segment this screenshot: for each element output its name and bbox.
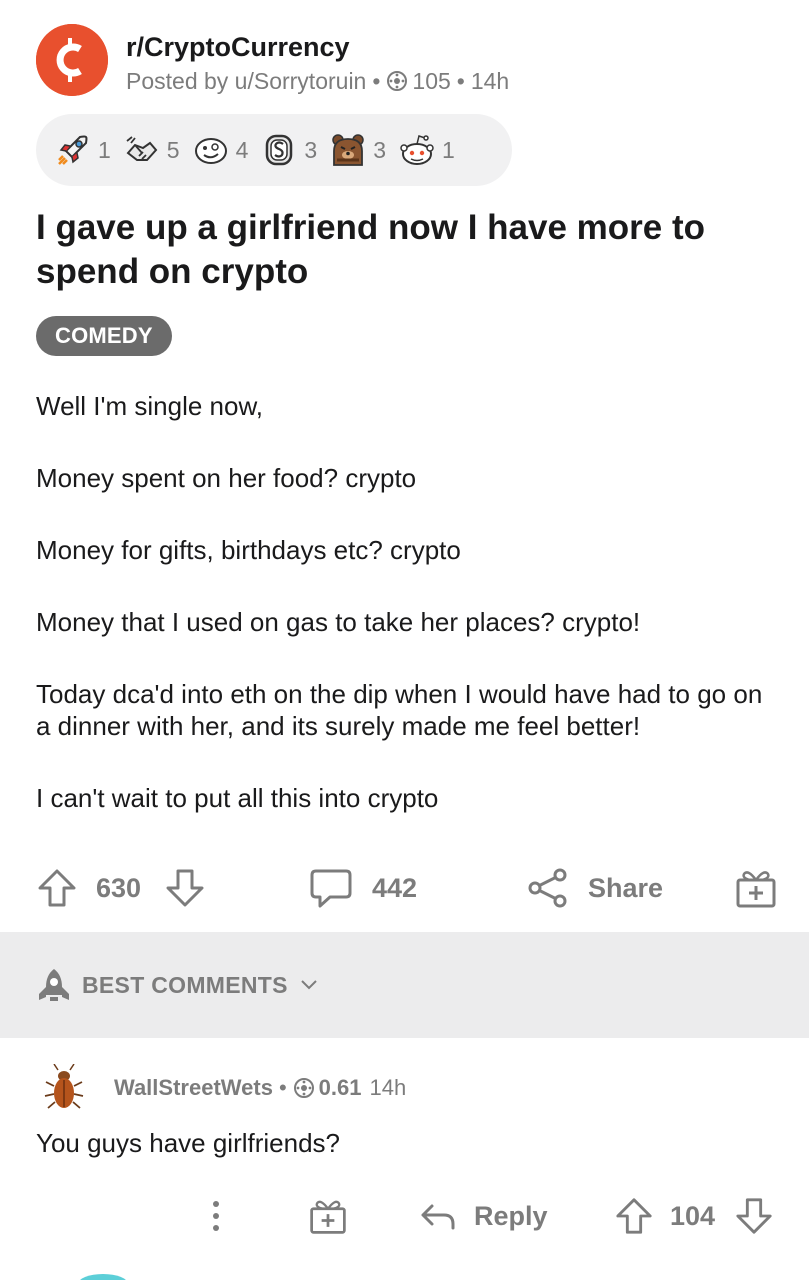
next-comment-avatar[interactable] [78, 1274, 128, 1280]
award-coin[interactable]: 3 [260, 131, 317, 169]
post-body: Well I'm single now, Money spent on her … [36, 390, 776, 854]
karma-icon [387, 71, 408, 91]
comment-downvote-button[interactable] [734, 1188, 774, 1244]
author-karma: 105 [412, 68, 451, 94]
downvote-arrow-icon [166, 869, 204, 907]
rocket-sort-icon [39, 969, 69, 1001]
comment-upvote-button[interactable] [614, 1188, 654, 1244]
separator-dot: • [372, 68, 381, 94]
more-vertical-icon [213, 1201, 219, 1231]
post-score: 630 [96, 872, 142, 903]
body-paragraph: Today dca'd into eth on the dip when I w… [36, 679, 763, 741]
snoo-award-icon [400, 135, 434, 165]
award-bear[interactable]: 3 [329, 131, 386, 169]
user-avatar[interactable] [36, 1060, 92, 1116]
comments-button[interactable] [308, 858, 354, 918]
body-paragraph: Money for gifts, birthdays etc? crypto [36, 535, 461, 565]
award-handshake[interactable]: 5 [123, 131, 180, 169]
award-snoo[interactable]: 1 [398, 131, 455, 169]
comment-count[interactable]: 442 [372, 858, 417, 918]
separator-dot: • [456, 68, 465, 94]
face-award-icon [194, 138, 227, 164]
separator-dot: • [278, 1075, 287, 1100]
gift-icon [310, 1200, 346, 1234]
comment-score: 104 [670, 1200, 716, 1231]
post-actions: 630 442 Share [0, 858, 809, 918]
subreddit-name[interactable]: r/CryptoCurrency [126, 30, 509, 64]
comment-karma: 0.61 [318, 1075, 362, 1100]
comment-sort-bar[interactable]: BEST COMMENTS [0, 932, 809, 1038]
share-icon [528, 868, 567, 908]
cockroach-avatar-icon [44, 1064, 84, 1109]
comment-header: WallStreetWets • 0.61 14h [36, 1058, 406, 1118]
comment-username[interactable]: WallStreetWets [114, 1075, 273, 1101]
comment-text: You guys have girlfriends? [36, 1128, 341, 1158]
chevron-down-icon [301, 980, 317, 990]
more-options-button[interactable] [206, 1188, 226, 1244]
award-face[interactable]: 4 [192, 131, 249, 169]
sort-label: BEST COMMENTS [82, 971, 288, 998]
reply-arrow-icon [421, 1204, 455, 1230]
comment-award-button[interactable] [308, 1188, 348, 1244]
comment-bubble-icon [310, 869, 352, 908]
posted-by[interactable]: Posted by u/Sorrytoruin [126, 64, 366, 98]
reply-label: Reply [474, 1200, 548, 1231]
award-count: 1 [98, 136, 111, 163]
award-count: 3 [304, 136, 318, 163]
share-button[interactable]: Share [526, 858, 663, 918]
post-title: I gave up a girlfriend now I have more t… [36, 208, 706, 291]
award-count: 5 [166, 136, 180, 163]
body-paragraph: I can't wait to put all this into crypto [36, 783, 439, 813]
karma-icon [293, 1078, 314, 1098]
downvote-button[interactable] [164, 858, 206, 918]
body-paragraph: Money spent on her food? crypto [36, 463, 417, 493]
post-age: 14h [470, 68, 510, 94]
comment-age: 14h [369, 1075, 407, 1100]
award-count: 4 [235, 136, 249, 163]
award-rocket[interactable]: 1 [54, 131, 111, 169]
subreddit-icon[interactable] [36, 24, 108, 96]
body-paragraph: Money that I used on gas to take her pla… [36, 607, 641, 637]
gift-icon [736, 871, 776, 908]
body-paragraph: Well I'm single now, [36, 391, 264, 421]
upvote-arrow-icon [616, 1198, 652, 1234]
awards-bar[interactable]: 1 5 4 3 3 1 [36, 114, 512, 186]
upvote-button[interactable] [36, 858, 78, 918]
reply-button[interactable]: Reply [418, 1188, 548, 1244]
give-award-button[interactable] [734, 858, 778, 918]
upvote-arrow-icon [38, 869, 76, 907]
rocket-award-icon [58, 135, 88, 165]
share-label: Share [588, 872, 664, 903]
award-count: 1 [441, 136, 455, 163]
coin-award-icon [266, 134, 293, 166]
bear-award-icon [332, 134, 364, 166]
award-count: 3 [373, 136, 386, 163]
downvote-arrow-icon [736, 1198, 772, 1234]
post-meta: Posted by u/Sorrytoruin • 105 • 14h [126, 64, 509, 98]
post-header: r/CryptoCurrency Posted by u/Sorrytoruin… [36, 24, 509, 100]
comment-meta: • 0.61 14h [273, 1075, 406, 1101]
comment-actions: Reply 104 [0, 1188, 809, 1244]
post-flair[interactable]: COMEDY [36, 316, 172, 356]
handshake-award-icon [126, 136, 158, 161]
